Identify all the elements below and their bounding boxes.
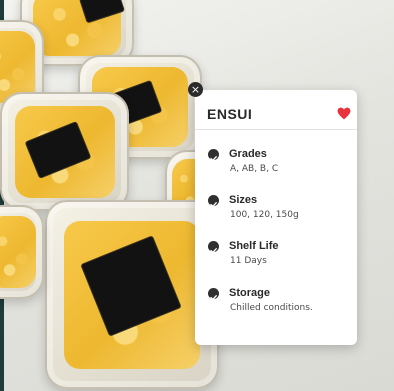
attribute-value: 11 Days [230,256,267,266]
check-circle-icon [208,241,219,254]
product-info-card: ENSUI Grades A, AB, B, C Sizes 100, 120,… [195,90,357,345]
card-header: ENSUI [207,105,351,125]
attribute-label: Grades [229,148,267,160]
header-divider [195,129,357,130]
roe-tray [45,200,219,389]
attribute-label: Storage [229,287,270,299]
attribute-value: A, AB, B, C [230,164,279,174]
check-circle-icon [208,195,219,208]
favorite-button[interactable] [337,105,353,121]
roe-contents [0,216,36,288]
attribute-label: Shelf Life [229,240,279,252]
attribute-value: 100, 120, 150g [230,210,299,220]
close-button[interactable]: × [188,82,203,97]
attribute-label: Sizes [229,194,258,206]
attribute-value: Chilled conditions. [230,303,313,313]
check-circle-icon [208,288,219,301]
roe-tray [0,92,129,211]
product-name: ENSUI [207,106,253,122]
heart-icon [337,107,351,120]
check-circle-icon [208,149,219,162]
roe-tray [0,205,44,299]
close-icon: × [190,83,201,96]
